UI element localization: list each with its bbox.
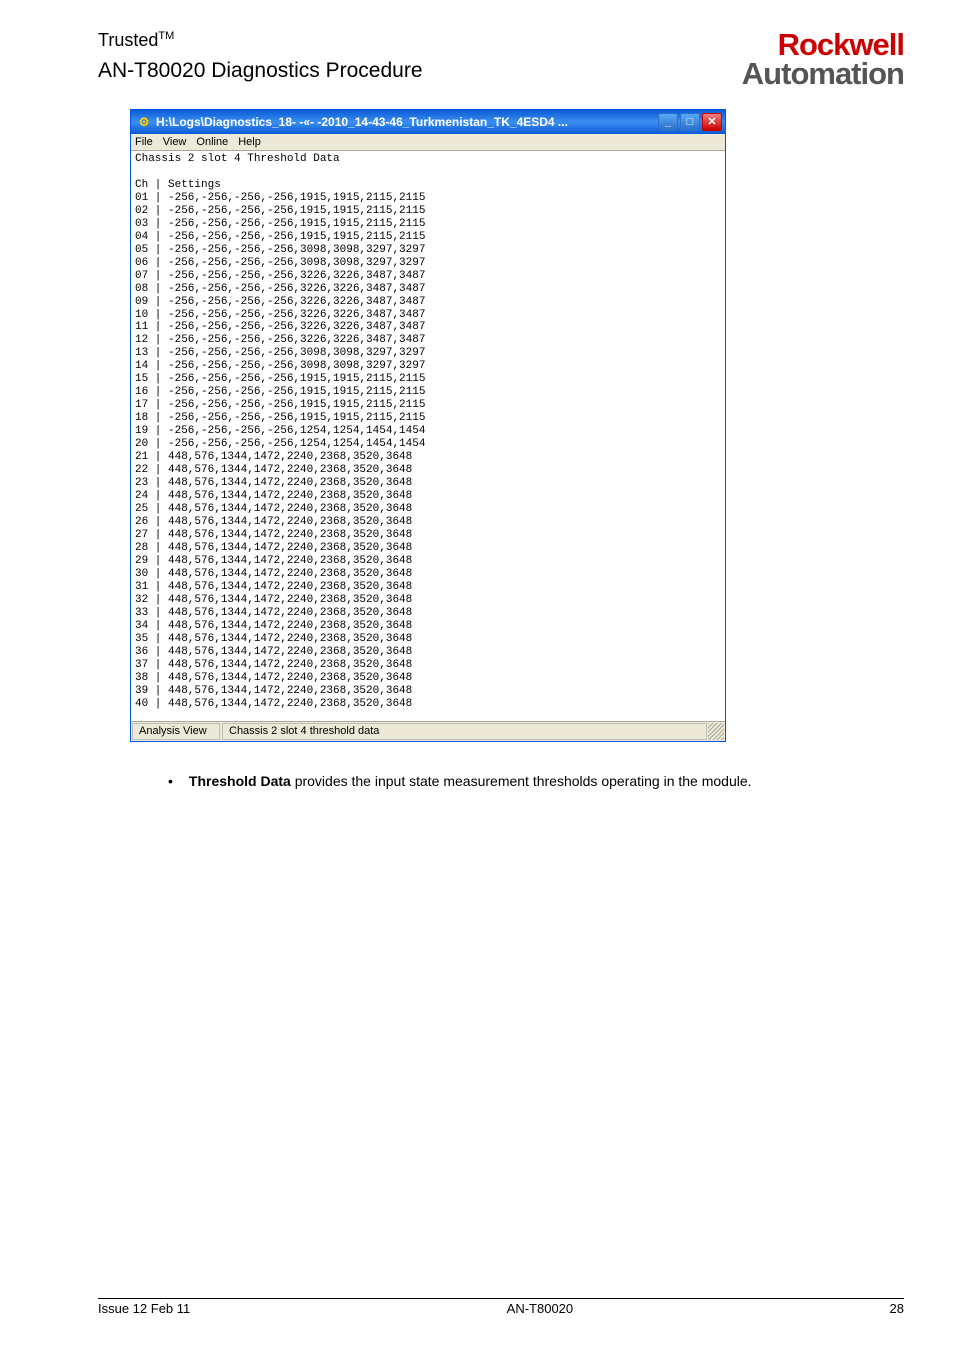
maximize-button[interactable]: □	[680, 113, 700, 131]
footer-issue: Issue 12 Feb 11	[98, 1301, 190, 1316]
footer-page: 28	[890, 1301, 904, 1316]
resize-grip-icon[interactable]	[708, 723, 724, 740]
window-title: H:\Logs\Diagnostics_18- -«- -2010_14-43-…	[156, 115, 568, 129]
threshold-description: Threshold Data provides the input state …	[189, 772, 752, 792]
window-titlebar[interactable]: ⚙ H:\Logs\Diagnostics_18- -«- -2010_14-4…	[131, 110, 725, 134]
page-footer: Issue 12 Feb 11 AN-T80020 28	[98, 1298, 904, 1316]
brand-name: TrustedTM	[98, 30, 742, 51]
close-button[interactable]: ✕	[702, 113, 722, 131]
bullet-icon: •	[168, 772, 173, 792]
app-icon: ⚙	[136, 114, 152, 130]
company-logo: Rockwell Automation	[742, 30, 904, 89]
status-mode: Analysis View	[132, 723, 220, 740]
menu-file[interactable]: File	[135, 136, 153, 148]
minimize-button[interactable]: _	[658, 113, 678, 131]
menu-bar: File View Online Help	[131, 134, 725, 151]
diagnostics-window: ⚙ H:\Logs\Diagnostics_18- -«- -2010_14-4…	[130, 109, 726, 742]
menu-online[interactable]: Online	[196, 136, 228, 148]
status-bar: Analysis View Chassis 2 slot 4 threshold…	[131, 721, 725, 741]
threshold-data-content: Chassis 2 slot 4 Threshold Data Ch | Set…	[131, 151, 725, 721]
status-detail: Chassis 2 slot 4 threshold data	[222, 723, 707, 740]
page-title: AN-T80020 Diagnostics Procedure	[98, 59, 742, 83]
footer-docid: AN-T80020	[507, 1301, 573, 1316]
menu-help[interactable]: Help	[238, 136, 261, 148]
menu-view[interactable]: View	[163, 136, 187, 148]
